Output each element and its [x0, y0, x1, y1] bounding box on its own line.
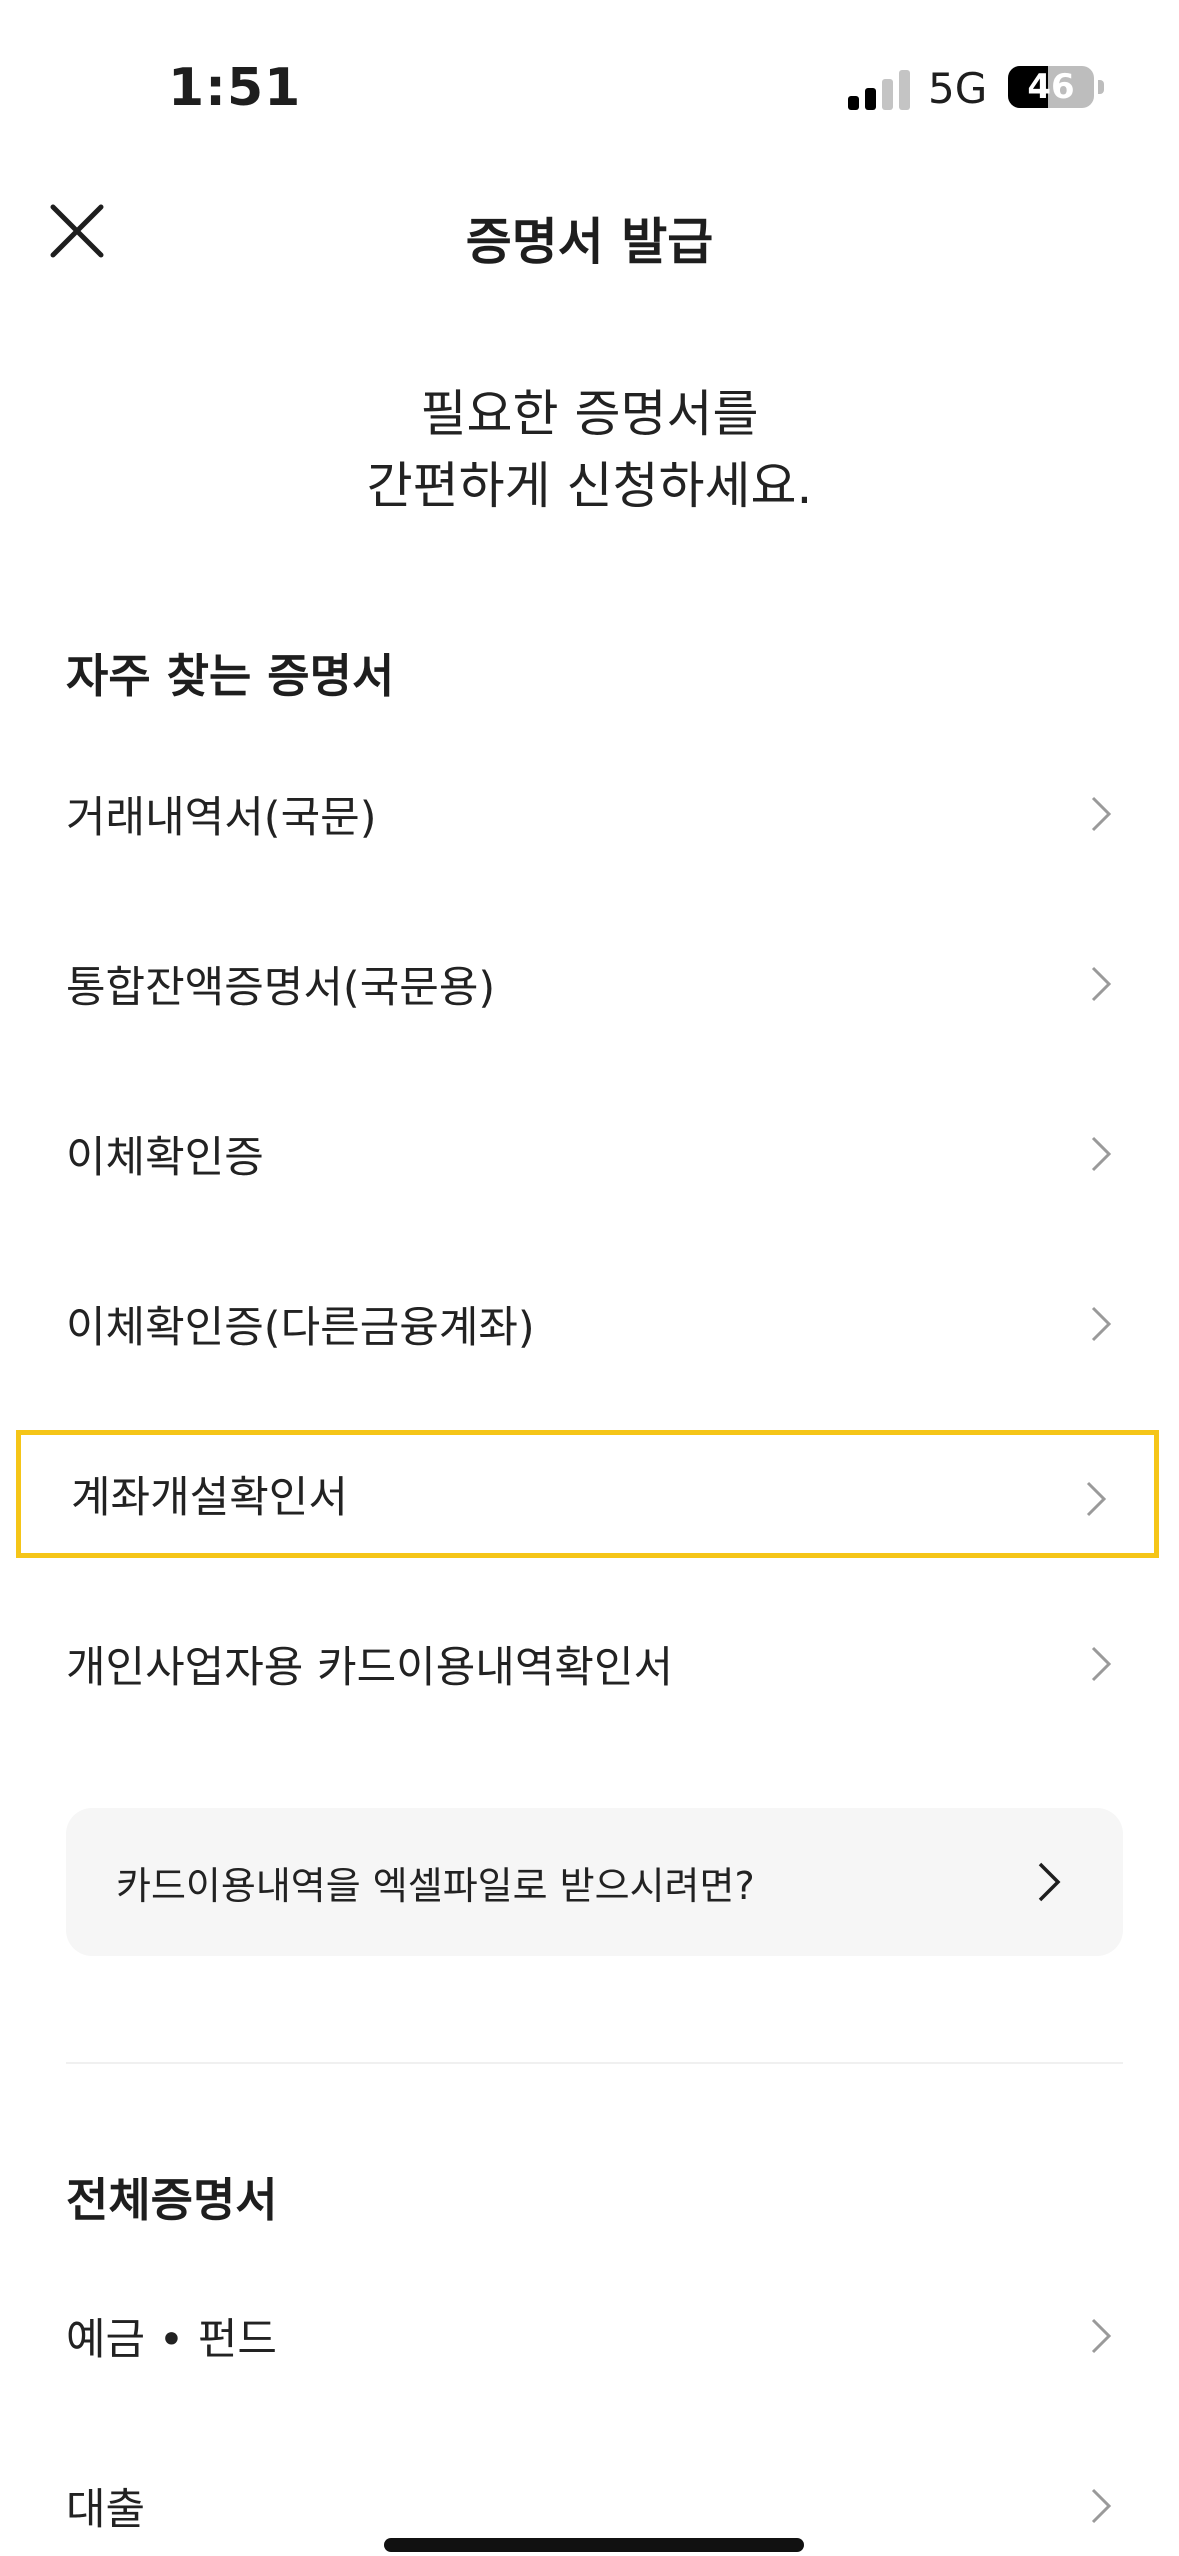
- header: 증명서 발급: [0, 180, 1179, 280]
- excel-download-info-button[interactable]: 카드이용내역을 엑셀파일로 받으시려면?: [66, 1808, 1123, 1956]
- status-time: 1:51: [168, 58, 302, 118]
- network-type: 5G: [928, 64, 988, 113]
- intro-line-1: 필요한 증명서를: [420, 385, 759, 443]
- chevron-right-icon: [1091, 1136, 1112, 1172]
- section-divider: [66, 2062, 1123, 2064]
- chevron-right-icon: [1038, 1862, 1061, 1902]
- battery-tip: [1098, 80, 1104, 94]
- battery-level: 46: [1027, 67, 1075, 107]
- menu-item-transfer-confirmation[interactable]: 이체확인증: [16, 1090, 1159, 1218]
- menu-item-label: 이체확인증(다른금융계좌): [66, 1303, 535, 1353]
- menu-item-business-card-usage[interactable]: 개인사업자용 카드이용내역확인서: [16, 1600, 1159, 1728]
- status-bar: 1:51 5G 46: [0, 0, 1179, 180]
- cellular-signal-icon: [848, 70, 910, 110]
- chevron-right-icon: [1091, 2318, 1112, 2354]
- page-title: 증명서 발급: [465, 213, 714, 271]
- menu-item-label: 예금 • 펀드: [66, 2315, 277, 2365]
- battery-icon: 46: [1008, 66, 1094, 108]
- menu-item-label: 대출: [66, 2485, 146, 2535]
- menu-item-label: 이체확인증: [66, 1133, 264, 1183]
- info-box-label: 카드이용내역을 엑셀파일로 받으시려면?: [116, 1863, 755, 1908]
- all-section-title: 전체증명서: [66, 2173, 278, 2227]
- chevron-right-icon: [1091, 2488, 1112, 2524]
- certificate-issuance-screen: 1:51 5G 46 증명서 발급 필요한 증명서를 간편하게 신청하세요. 자…: [0, 0, 1179, 2556]
- menu-item-label: 계좌개설확인서: [71, 1473, 348, 1523]
- intro-text: 필요한 증명서를 간편하게 신청하세요.: [0, 378, 1179, 522]
- menu-item-label: 거래내역서(국문): [66, 793, 377, 843]
- chevron-right-icon: [1091, 1646, 1112, 1682]
- menu-item-account-opening-confirmation[interactable]: 계좌개설확인서: [16, 1430, 1159, 1558]
- chevron-right-icon: [1091, 966, 1112, 1002]
- menu-item-transaction-history[interactable]: 거래내역서(국문): [16, 750, 1159, 878]
- home-indicator: [384, 2538, 804, 2552]
- intro-line-2: 간편하게 신청하세요.: [366, 457, 813, 515]
- menu-item-balance-certificate[interactable]: 통합잔액증명서(국문용): [16, 920, 1159, 1048]
- menu-item-transfer-confirmation-other[interactable]: 이체확인증(다른금융계좌): [16, 1260, 1159, 1388]
- frequent-section-title: 자주 찾는 증명서: [66, 649, 395, 703]
- menu-item-label: 개인사업자용 카드이용내역확인서: [66, 1643, 674, 1693]
- menu-item-label: 통합잔액증명서(국문용): [66, 963, 496, 1013]
- chevron-right-icon: [1091, 796, 1112, 832]
- menu-item-deposit-fund[interactable]: 예금 • 펀드: [16, 2272, 1159, 2400]
- chevron-right-icon: [1091, 1306, 1112, 1342]
- chevron-right-icon: [1086, 1481, 1107, 1517]
